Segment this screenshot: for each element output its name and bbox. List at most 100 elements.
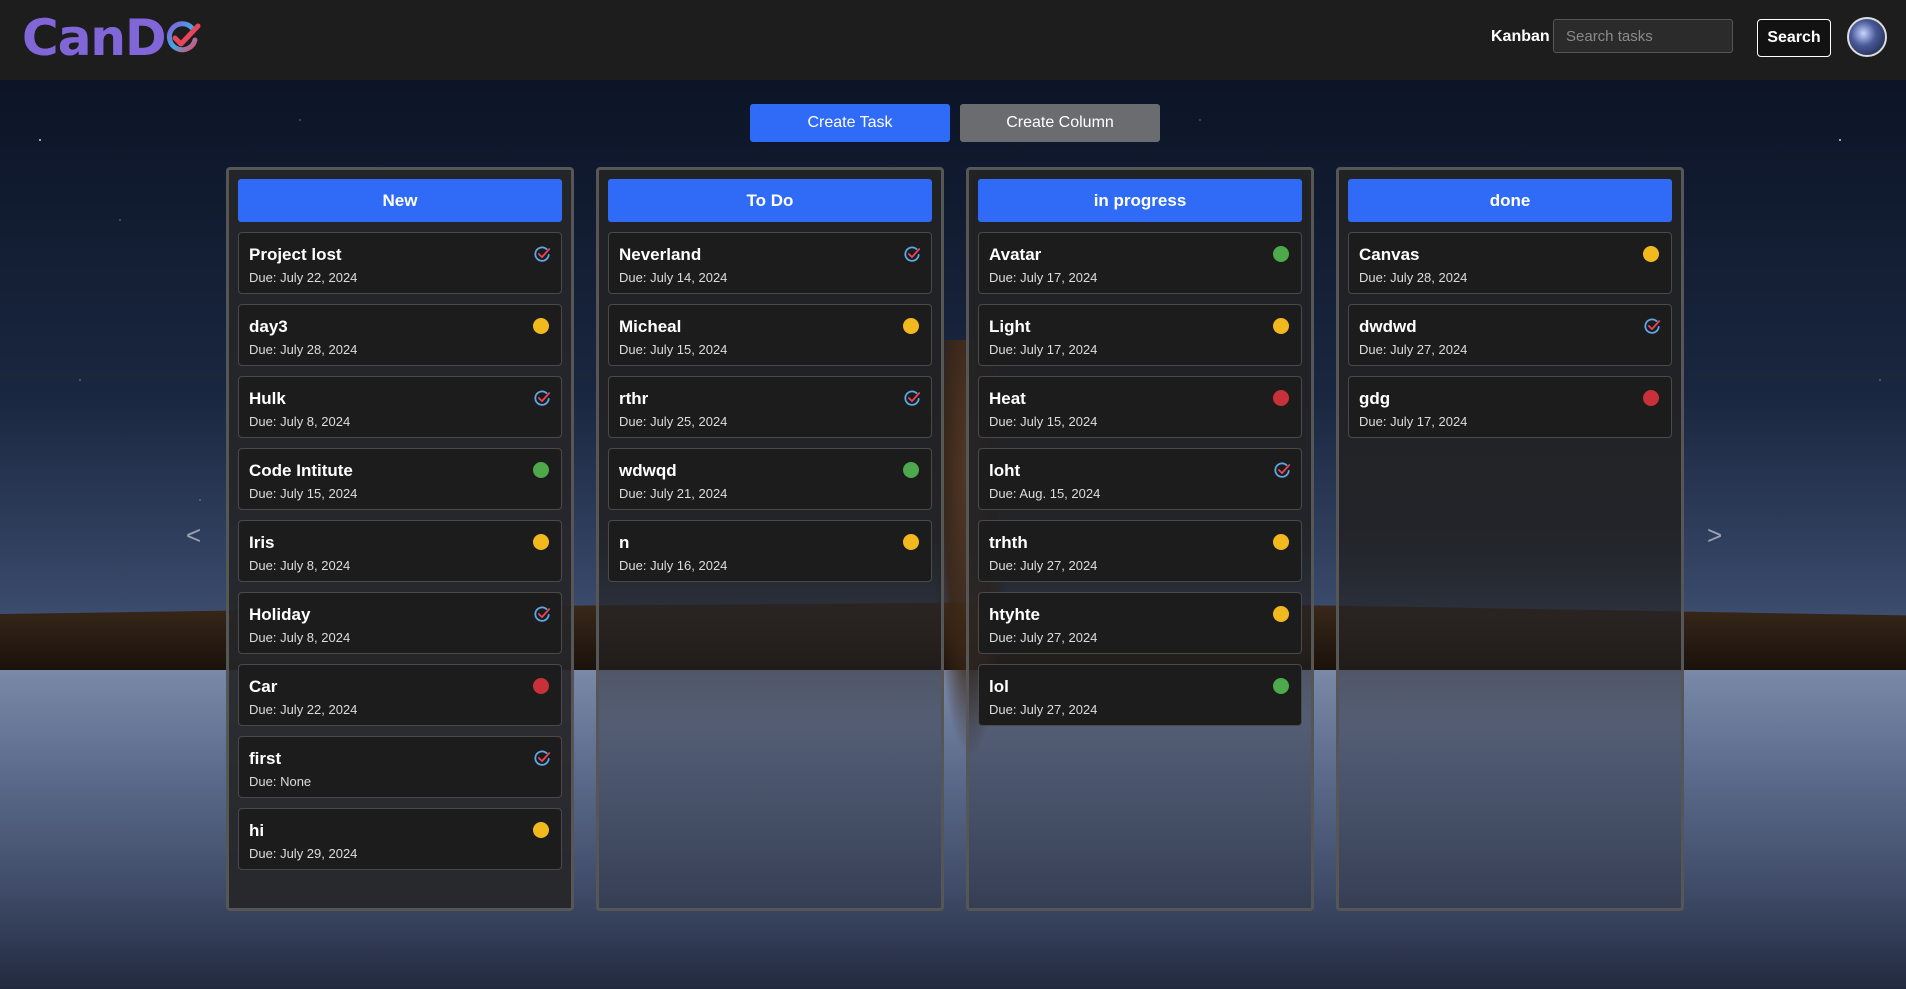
task-due-date: Due: July 27, 2024 [989,630,1098,645]
task-card[interactable]: Holiday Due: July 8, 2024 [238,592,562,654]
create-task-button[interactable]: Create Task [750,104,950,142]
status-priority-dot-icon [533,462,549,478]
column-header[interactable]: To Do [608,179,932,222]
nav-kanban-link[interactable]: Kanban [1491,28,1550,46]
status-priority-dot-icon [1273,678,1289,694]
task-title: lol [989,677,1009,696]
task-card[interactable]: htyhte Due: July 27, 2024 [978,592,1302,654]
column-header[interactable]: done [1348,179,1672,222]
task-title: Avatar [989,245,1042,264]
task-card[interactable]: Code Intitute Due: July 15, 2024 [238,448,562,510]
task-card[interactable]: trhth Due: July 27, 2024 [978,520,1302,582]
task-due-date: Due: July 17, 2024 [989,270,1098,285]
task-due-date: Due: July 25, 2024 [619,414,728,429]
task-due-date: Due: July 22, 2024 [249,702,358,717]
task-title: Micheal [619,317,682,336]
status-complete-check-icon [533,749,551,766]
task-due-date: Due: July 28, 2024 [249,342,358,357]
kanban-column: New Project lost Due: July 22, 2024 day3 Due… [226,167,574,911]
task-card[interactable]: Project lost Due: July 22, 2024 [238,232,562,294]
task-card[interactable]: Neverland Due: July 14, 2024 [608,232,932,294]
task-title: wdwqd [619,461,677,480]
task-title: Iris [249,533,275,552]
task-card[interactable]: first Due: None [238,736,562,798]
task-card[interactable]: Canvas Due: July 28, 2024 [1348,232,1672,294]
status-priority-dot-icon [1273,534,1289,550]
status-complete-check-icon [903,245,921,262]
task-title: n [619,533,630,552]
task-title: Neverland [619,245,702,264]
logo-check-icon [166,21,201,53]
task-due-date: Due: July 21, 2024 [619,486,728,501]
task-card[interactable]: Avatar Due: July 17, 2024 [978,232,1302,294]
column-header[interactable]: New [238,179,562,222]
task-card[interactable]: Hulk Due: July 8, 2024 [238,376,562,438]
task-title: Canvas [1359,245,1420,264]
task-due-date: Due: July 29, 2024 [249,846,358,861]
status-priority-dot-icon [533,822,549,838]
task-card[interactable]: loht Due: Aug. 15, 2024 [978,448,1302,510]
task-due-date: Due: July 17, 2024 [1359,414,1468,429]
task-title: dwdwd [1359,317,1417,336]
status-complete-check-icon [1273,461,1291,478]
task-title: day3 [249,317,288,336]
status-priority-dot-icon [533,678,549,694]
task-card[interactable]: dwdwd Due: July 27, 2024 [1348,304,1672,366]
task-card[interactable]: Light Due: July 17, 2024 [978,304,1302,366]
status-complete-check-icon [533,605,551,622]
status-complete-check-icon [533,389,551,406]
task-due-date: Due: July 15, 2024 [619,342,728,357]
task-title: first [249,749,282,768]
task-card[interactable]: wdwqd Due: July 21, 2024 [608,448,932,510]
task-card[interactable]: rthr Due: July 25, 2024 [608,376,932,438]
task-due-date: Due: None [249,774,312,789]
task-title: loht [989,461,1021,480]
task-card[interactable]: n Due: July 16, 2024 [608,520,932,582]
task-due-date: Due: July 8, 2024 [249,414,351,429]
search-input[interactable] [1553,19,1733,53]
task-title: Holiday [249,605,311,624]
task-card[interactable]: Heat Due: July 15, 2024 [978,376,1302,438]
task-due-date: Due: July 22, 2024 [249,270,358,285]
task-due-date: Due: July 17, 2024 [989,342,1098,357]
status-priority-dot-icon [1273,390,1289,406]
task-card[interactable]: day3 Due: July 28, 2024 [238,304,562,366]
column-header[interactable]: in progress [978,179,1302,222]
task-due-date: Due: July 15, 2024 [989,414,1098,429]
status-priority-dot-icon [903,318,919,334]
task-title: htyhte [989,605,1040,624]
task-title: Light [989,317,1031,336]
status-complete-check-icon [533,245,551,262]
task-card[interactable]: gdg Due: July 17, 2024 [1348,376,1672,438]
logo-text: CanD [22,9,167,67]
task-title: Heat [989,389,1026,408]
task-card[interactable]: Micheal Due: July 15, 2024 [608,304,932,366]
search-button[interactable]: Search [1757,19,1831,57]
carousel-next-arrow[interactable]: > [1707,520,1722,551]
status-priority-dot-icon [1273,318,1289,334]
task-card[interactable]: lol Due: July 27, 2024 [978,664,1302,726]
cando-logo[interactable]: CanD [22,8,202,68]
task-due-date: Due: July 28, 2024 [1359,270,1468,285]
task-title: trhth [989,533,1028,552]
kanban-column: in progress Avatar Due: July 17, 2024 Light… [966,167,1314,911]
status-complete-check-icon [1643,317,1661,334]
task-card[interactable]: hi Due: July 29, 2024 [238,808,562,870]
status-priority-dot-icon [1643,246,1659,262]
carousel-prev-arrow[interactable]: < [186,520,201,551]
status-priority-dot-icon [1273,246,1289,262]
status-priority-dot-icon [903,462,919,478]
task-card[interactable]: Car Due: July 22, 2024 [238,664,562,726]
task-card[interactable]: Iris Due: July 8, 2024 [238,520,562,582]
task-due-date: Due: July 27, 2024 [989,558,1098,573]
status-priority-dot-icon [533,318,549,334]
status-priority-dot-icon [533,534,549,550]
task-title: gdg [1359,389,1391,408]
task-title: Car [249,677,278,696]
create-column-button[interactable]: Create Column [960,104,1160,142]
task-due-date: Due: July 14, 2024 [619,270,728,285]
task-due-date: Due: July 15, 2024 [249,486,358,501]
top-navbar: CanD Kanban Search [0,0,1906,80]
user-avatar[interactable] [1847,17,1887,57]
status-priority-dot-icon [1273,606,1289,622]
